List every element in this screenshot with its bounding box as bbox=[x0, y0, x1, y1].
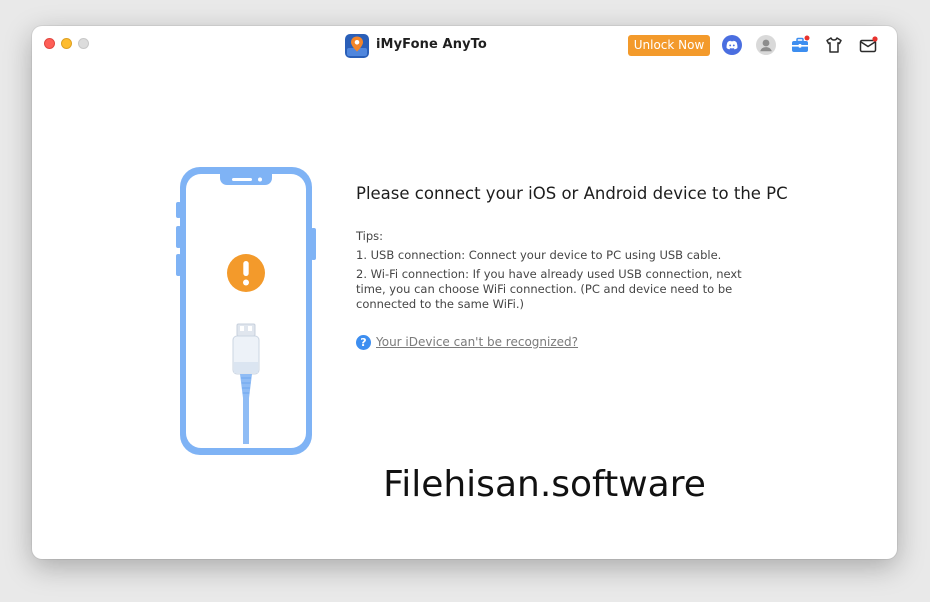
minimize-window-button[interactable] bbox=[61, 38, 72, 49]
tips-title: Tips: bbox=[356, 229, 384, 243]
unlock-now-button[interactable]: Unlock Now bbox=[628, 35, 710, 56]
phone-illustration bbox=[176, 167, 316, 455]
tip-wifi-line-1: 2. Wi-Fi connection: If you have already… bbox=[356, 267, 742, 281]
zoom-window-button[interactable] bbox=[78, 38, 89, 49]
title-bar: iMyFone AnyTo Unlock Now bbox=[32, 26, 897, 64]
app-title: iMyFone AnyTo bbox=[376, 37, 487, 52]
app-logo-icon bbox=[345, 34, 369, 58]
account-icon[interactable] bbox=[755, 34, 777, 56]
device-not-recognized-link[interactable]: ? Your iDevice can't be recognized? bbox=[356, 334, 578, 350]
tip-wifi-line-3: connected to the same WiFi.) bbox=[356, 297, 525, 311]
toolbox-icon[interactable] bbox=[789, 34, 811, 56]
app-window: iMyFone AnyTo Unlock Now Please connect … bbox=[32, 26, 897, 559]
exclamation-icon bbox=[227, 254, 265, 292]
discord-icon[interactable] bbox=[721, 34, 743, 56]
close-window-button[interactable] bbox=[44, 38, 55, 49]
tips-block: Tips: 1. USB connection: Connect your de… bbox=[356, 229, 756, 312]
tip-usb: 1. USB connection: Connect your device t… bbox=[356, 248, 722, 262]
mail-icon[interactable] bbox=[857, 34, 879, 56]
connect-device-heading: Please connect your iOS or Android devic… bbox=[356, 184, 788, 203]
tshirt-icon[interactable] bbox=[823, 34, 845, 56]
tip-wifi-line-2: time, you can choose WiFi connection. (P… bbox=[356, 282, 733, 296]
help-link-text[interactable]: Your iDevice can't be recognized? bbox=[376, 335, 578, 349]
question-icon: ? bbox=[356, 334, 371, 350]
watermark-text: Filehisan.software bbox=[383, 464, 706, 505]
